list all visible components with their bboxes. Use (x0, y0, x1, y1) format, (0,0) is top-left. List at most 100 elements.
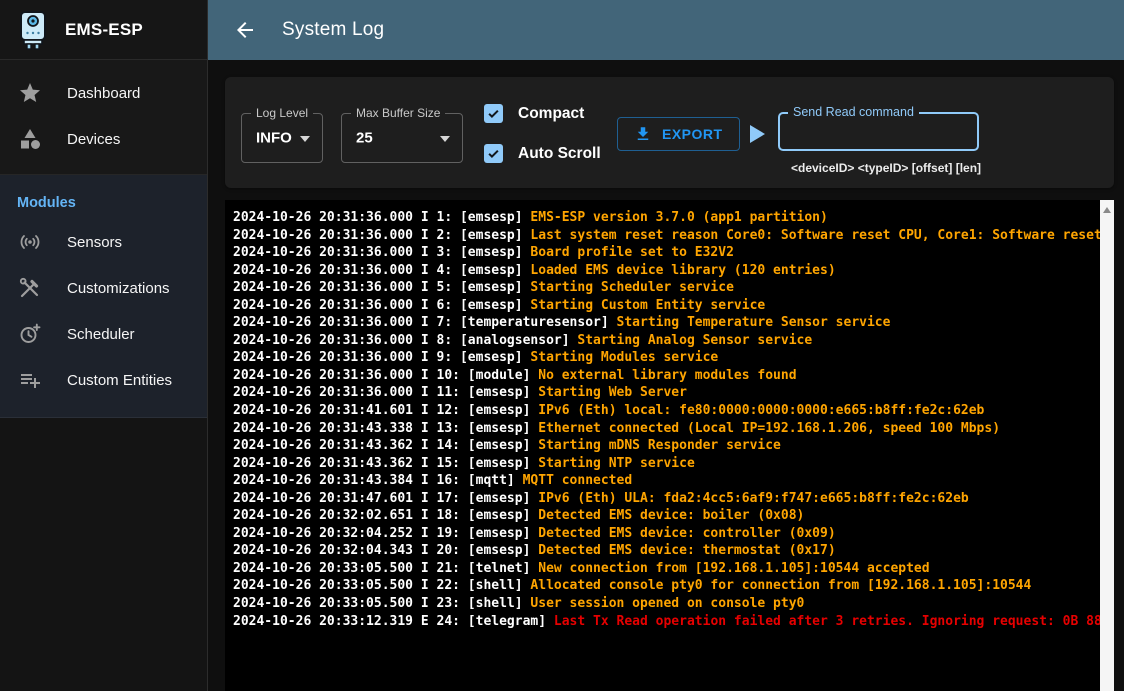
sidebar-item-custom-entities[interactable]: Custom Entities (0, 357, 207, 403)
page-title: System Log (282, 19, 384, 41)
send-read-command-input[interactable] (780, 114, 977, 149)
log-message: Last system reset reason Core0: Software… (530, 228, 1101, 243)
log-meta: 2024-10-26 20:31:43.338 I 13: [emsesp] (233, 421, 538, 436)
sidebar-item-label: Devices (67, 131, 120, 148)
sensors-icon (17, 230, 43, 254)
sidebar-item-customizations[interactable]: Customizations (0, 265, 207, 311)
sidebar-item-label: Dashboard (67, 85, 140, 102)
log-line: 2024-10-26 20:31:41.601 I 12: [emsesp] I… (233, 402, 1092, 420)
log-line: 2024-10-26 20:31:43.338 I 13: [emsesp] E… (233, 420, 1092, 438)
log-level-select[interactable]: Log Level INFO (241, 113, 323, 163)
sidebar-modules-section: Modules Sensors (0, 175, 207, 418)
scroll-up-arrow-icon[interactable] (1103, 207, 1111, 213)
checkbox-checked-icon (484, 144, 503, 163)
sidebar-item-label: Customizations (67, 280, 170, 297)
log-message: Starting Scheduler service (530, 280, 734, 295)
boiler-logo-icon (16, 10, 50, 50)
sidebar: EMS-ESP Dashboard De (0, 0, 208, 691)
sidebar-item-scheduler[interactable]: Scheduler (0, 311, 207, 357)
chevron-down-icon (440, 136, 450, 142)
log-line: 2024-10-26 20:31:36.000 I 11: [emsesp] S… (233, 384, 1092, 402)
max-buffer-size-label: Max Buffer Size (351, 106, 445, 120)
log-message: IPv6 (Eth) local: fe80:0000:0000:0000:e6… (538, 403, 984, 418)
log-message: Starting Modules service (530, 350, 718, 365)
log-message: Board profile set to E32V2 (530, 245, 734, 260)
download-icon (634, 125, 652, 143)
main-area: System Log Log Level INFO Max Buffer Siz… (208, 0, 1124, 691)
log-line: 2024-10-26 20:31:36.000 I 5: [emsesp] St… (233, 279, 1092, 297)
log-message: Last Tx Read operation failed after 3 re… (554, 614, 1102, 629)
log-message: New connection from [192.168.1.105]:1054… (538, 561, 929, 576)
log-message: Detected EMS device: thermostat (0x17) (538, 543, 835, 558)
log-line: 2024-10-26 20:31:43.384 I 16: [mqtt] MQT… (233, 472, 1092, 490)
max-buffer-size-select[interactable]: Max Buffer Size 25 (341, 113, 463, 163)
log-meta: 2024-10-26 20:33:05.500 I 21: [telnet] (233, 561, 538, 576)
log-meta: 2024-10-26 20:31:36.000 I 4: [emsesp] (233, 263, 530, 278)
log-meta: 2024-10-26 20:31:36.000 I 8: [analogsens… (233, 333, 577, 348)
log-line: 2024-10-26 20:31:36.000 I 3: [emsesp] Bo… (233, 244, 1092, 262)
send-read-command-label: Send Read command (788, 105, 919, 119)
log-meta: 2024-10-26 20:33:12.319 E 24: [telegram] (233, 614, 554, 629)
log-message: User session opened on console pty0 (530, 596, 804, 611)
arrow-back-icon[interactable] (231, 16, 259, 44)
appbar: System Log (208, 0, 1124, 60)
auto-scroll-checkbox[interactable]: Auto Scroll (484, 144, 601, 163)
sidebar-item-dashboard[interactable]: Dashboard (0, 70, 207, 116)
sidebar-item-sensors[interactable]: Sensors (0, 219, 207, 265)
log-message: Starting NTP service (538, 456, 695, 471)
log-line: 2024-10-26 20:31:36.000 I 10: [module] N… (233, 367, 1092, 385)
log-message: Starting mDNS Responder service (538, 438, 781, 453)
sidebar-item-devices[interactable]: Devices (0, 116, 207, 162)
send-command-play-icon[interactable] (750, 125, 765, 143)
log-line: 2024-10-26 20:33:05.500 I 21: [telnet] N… (233, 560, 1092, 578)
log-meta: 2024-10-26 20:31:36.000 I 5: [emsesp] (233, 280, 530, 295)
log-meta: 2024-10-26 20:31:36.000 I 6: [emsesp] (233, 298, 530, 313)
category-icon (17, 127, 43, 151)
app-window: EMS-ESP Dashboard De (0, 0, 1124, 691)
send-read-command-field: Send Read command (778, 112, 979, 151)
auto-scroll-label: Auto Scroll (518, 145, 601, 163)
export-button[interactable]: EXPORT (617, 117, 740, 151)
log-meta: 2024-10-26 20:31:36.000 I 10: [module] (233, 368, 538, 383)
log-meta: 2024-10-26 20:31:36.000 I 9: [emsesp] (233, 350, 530, 365)
modules-section-header: Modules (0, 179, 207, 219)
send-read-command-helper: <deviceID> <typeID> [offset] [len] (791, 161, 981, 175)
log-level-value: INFO (256, 130, 292, 147)
compact-label: Compact (518, 105, 584, 123)
log-message: Starting Web Server (538, 385, 687, 400)
log-line: 2024-10-26 20:31:36.000 I 6: [emsesp] St… (233, 297, 1092, 315)
sidebar-main-nav: Dashboard Devices (0, 60, 207, 175)
log-meta: 2024-10-26 20:33:05.500 I 23: [shell] (233, 596, 530, 611)
log-line: 2024-10-26 20:33:05.500 I 23: [shell] Us… (233, 595, 1092, 613)
log-line: 2024-10-26 20:31:36.000 I 4: [emsesp] Lo… (233, 262, 1092, 280)
log-level-label: Log Level (251, 106, 313, 120)
log-message: No external library modules found (538, 368, 796, 383)
log-line: 2024-10-26 20:32:02.651 I 18: [emsesp] D… (233, 507, 1092, 525)
max-buffer-size-value: 25 (356, 130, 373, 147)
log-message: Starting Analog Sensor service (577, 333, 812, 348)
log-meta: 2024-10-26 20:32:04.343 I 20: [emsesp] (233, 543, 538, 558)
log-meta: 2024-10-26 20:31:36.000 I 2: [emsesp] (233, 228, 530, 243)
log-message: Allocated console pty0 for connection fr… (530, 578, 1031, 593)
log-message: Detected EMS device: boiler (0x08) (538, 508, 804, 523)
log-meta: 2024-10-26 20:31:36.000 I 7: [temperatur… (233, 315, 617, 330)
log-line: 2024-10-26 20:31:43.362 I 14: [emsesp] S… (233, 437, 1092, 455)
log-line: 2024-10-26 20:32:04.343 I 20: [emsesp] D… (233, 542, 1092, 560)
sidebar-empty-area (0, 418, 207, 691)
log-console[interactable]: 2024-10-26 20:31:36.000 I 1: [emsesp] EM… (225, 200, 1114, 691)
tools-icon (17, 276, 43, 300)
log-message: IPv6 (Eth) ULA: fda2:4cc5:6af9:f747:e665… (538, 491, 968, 506)
log-meta: 2024-10-26 20:31:36.000 I 1: [emsesp] (233, 210, 530, 225)
playlist-add-icon (17, 368, 43, 392)
clock-plus-icon (17, 322, 43, 346)
log-meta: 2024-10-26 20:31:41.601 I 12: [emsesp] (233, 403, 538, 418)
log-line: 2024-10-26 20:33:12.319 E 24: [telegram]… (233, 613, 1092, 631)
compact-checkbox[interactable]: Compact (484, 104, 584, 123)
sidebar-item-label: Custom Entities (67, 372, 172, 389)
console-scrollbar[interactable] (1100, 200, 1114, 691)
log-meta: 2024-10-26 20:31:43.362 I 15: [emsesp] (233, 456, 538, 471)
star-icon (17, 81, 43, 105)
log-toolbar-card: Log Level INFO Max Buffer Size 25 Compac… (225, 77, 1114, 188)
log-meta: 2024-10-26 20:31:43.384 I 16: [mqtt] (233, 473, 523, 488)
sidebar-item-label: Sensors (67, 234, 122, 251)
